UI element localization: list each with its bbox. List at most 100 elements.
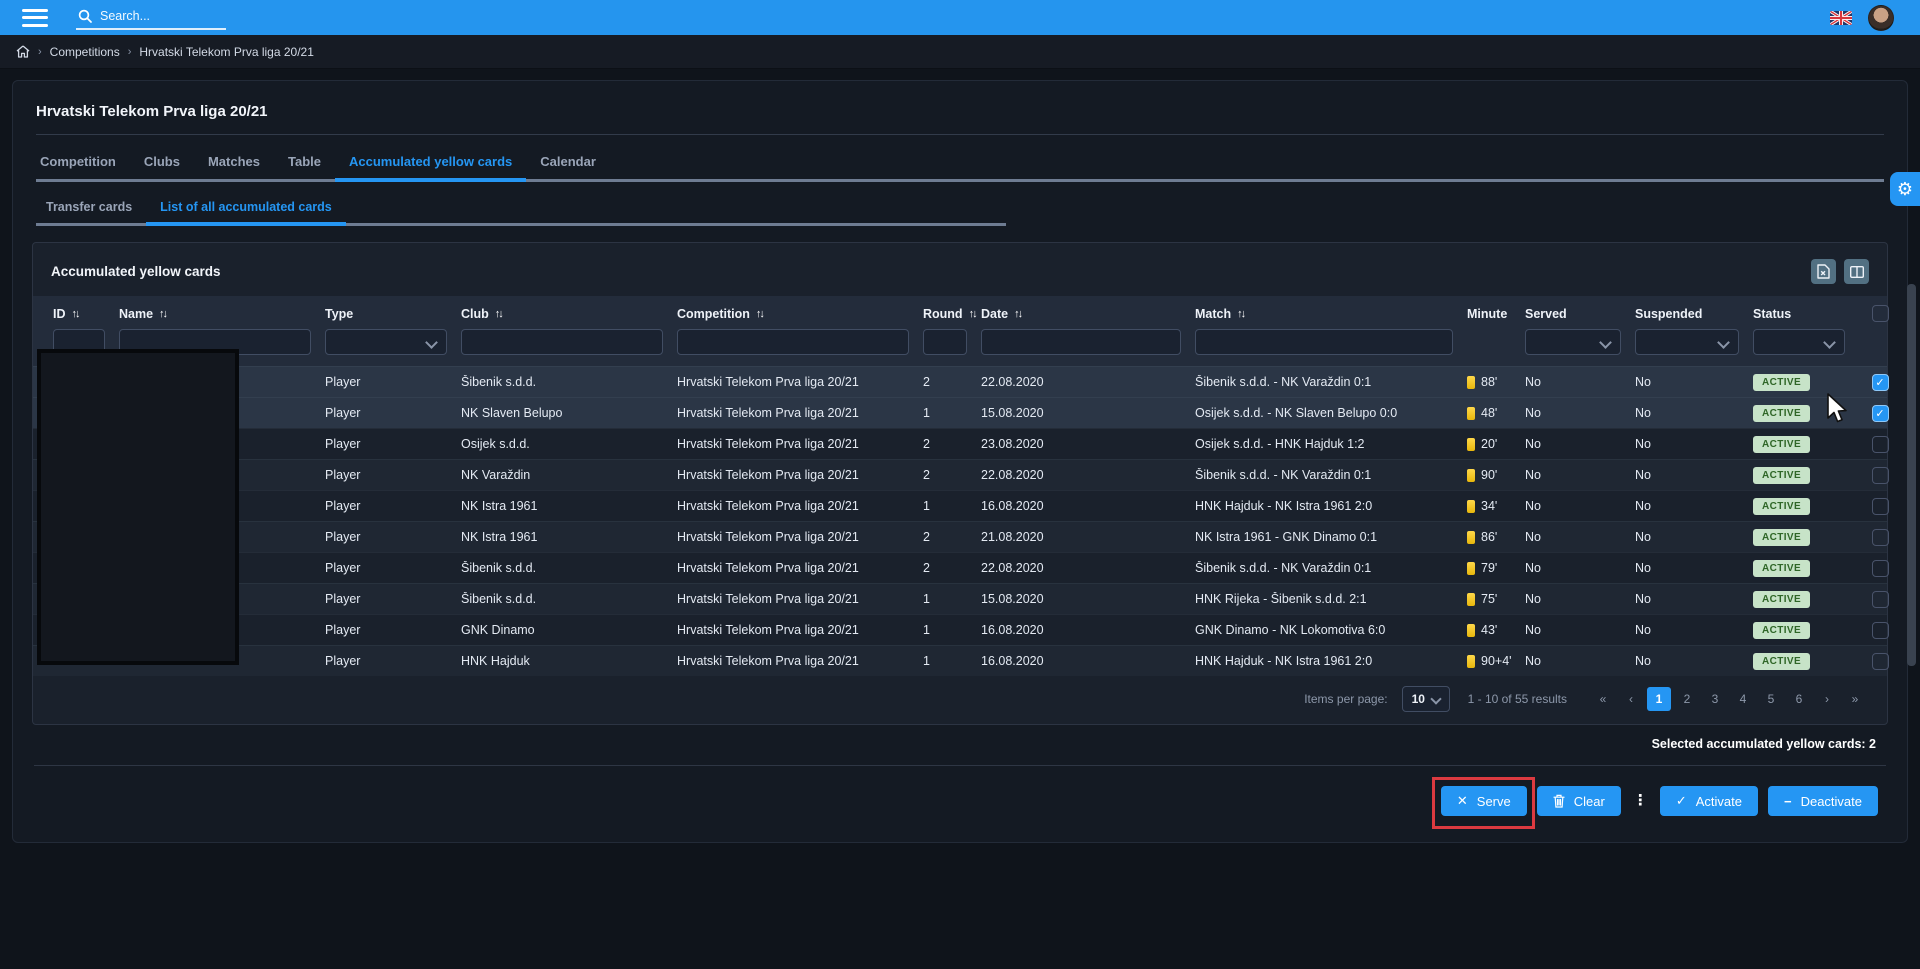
sort-icon[interactable]: ↑↓ <box>756 308 765 320</box>
column-header-match[interactable]: Match↑↓ <box>1195 307 1467 321</box>
tab-calendar[interactable]: Calendar <box>526 145 610 179</box>
cell-club: HNK Hajduk <box>461 654 677 668</box>
row-checkbox[interactable] <box>1872 529 1889 546</box>
column-header-date[interactable]: Date↑↓ <box>981 307 1195 321</box>
cell-status: ACTIVE <box>1753 405 1859 422</box>
breadcrumb-item-competition-name[interactable]: Hrvatski Telekom Prva liga 20/21 <box>139 45 314 59</box>
cell-check <box>1859 622 1901 639</box>
status-badge: ACTIVE <box>1753 405 1810 422</box>
row-checkbox[interactable] <box>1872 622 1889 639</box>
page-button-6[interactable]: 6 <box>1787 687 1811 711</box>
column-header-name[interactable]: Name↑↓ <box>119 307 325 321</box>
export-file-button[interactable] <box>1811 259 1836 284</box>
activate-button[interactable]: ✓ Activate <box>1660 786 1758 816</box>
sort-icon[interactable]: ↑↓ <box>1014 308 1023 320</box>
tab-clubs[interactable]: Clubs <box>130 145 194 179</box>
suspended-filter-select[interactable] <box>1635 329 1739 355</box>
items-per-page-select[interactable]: 10 <box>1402 686 1450 712</box>
row-checkbox[interactable] <box>1872 560 1889 577</box>
home-icon[interactable] <box>16 45 30 58</box>
table-row[interactable]: PlayerNK Istra 1961Hrvatski Telekom Prva… <box>33 521 1887 552</box>
yellow-card-icon <box>1467 531 1475 544</box>
table-row[interactable]: PlayerOsijek s.d.d.Hrvatski Telekom Prva… <box>33 428 1887 459</box>
page-button-2[interactable]: 2 <box>1675 687 1699 711</box>
column-header-club[interactable]: Club↑↓ <box>461 307 677 321</box>
status-badge: ACTIVE <box>1753 467 1810 484</box>
user-avatar[interactable] <box>1868 5 1894 31</box>
sort-icon[interactable]: ↑↓ <box>1237 308 1246 320</box>
page-button-4[interactable]: 4 <box>1731 687 1755 711</box>
cell-minute: 34' <box>1467 499 1525 513</box>
serve-button[interactable]: ✕ Serve <box>1441 786 1527 816</box>
table-row[interactable]: PlayerHNK HajdukHrvatski Telekom Prva li… <box>33 645 1887 676</box>
page-button-5[interactable]: 5 <box>1759 687 1783 711</box>
table-row[interactable]: PlayerŠibenik s.d.d.Hrvatski Telekom Prv… <box>33 583 1887 614</box>
row-checkbox[interactable] <box>1872 436 1889 453</box>
cell-type: Player <box>325 561 461 575</box>
sort-icon[interactable]: ↑↓ <box>495 308 504 320</box>
competition-filter-input[interactable] <box>677 329 909 355</box>
row-checkbox[interactable] <box>1872 498 1889 515</box>
cell-type: Player <box>325 623 461 637</box>
date-filter-input[interactable] <box>981 329 1181 355</box>
last-page-button[interactable]: » <box>1843 687 1867 711</box>
cell-round: 2 <box>923 530 981 544</box>
cell-club: Šibenik s.d.d. <box>461 561 677 575</box>
club-filter-input[interactable] <box>461 329 663 355</box>
sort-icon[interactable]: ↑↓ <box>969 308 978 320</box>
tab-accumulated-yellow-cards[interactable]: Accumulated yellow cards <box>335 145 526 179</box>
search-input[interactable] <box>100 9 210 23</box>
table-row[interactable]: PlayerGNK DinamoHrvatski Telekom Prva li… <box>33 614 1887 645</box>
breadcrumb-item-competitions[interactable]: Competitions <box>50 45 120 59</box>
table-row[interactable]: PlayerNK Slaven BelupoHrvatski Telekom P… <box>33 397 1887 428</box>
global-search[interactable] <box>76 6 226 30</box>
row-checkbox[interactable] <box>1872 467 1889 484</box>
row-checkbox[interactable] <box>1872 591 1889 608</box>
page-button-3[interactable]: 3 <box>1703 687 1727 711</box>
tab-matches[interactable]: Matches <box>194 145 274 179</box>
table-row[interactable]: PlayerŠibenik s.d.d.Hrvatski Telekom Prv… <box>33 366 1887 397</box>
match-filter-input[interactable] <box>1195 329 1453 355</box>
sort-icon[interactable]: ↑↓ <box>159 308 168 320</box>
type-filter-select[interactable] <box>325 329 447 355</box>
breadcrumb-separator: › <box>38 46 42 58</box>
row-checkbox[interactable]: ✓ <box>1872 374 1889 391</box>
table-row[interactable]: PlayerNK Istra 1961Hrvatski Telekom Prva… <box>33 490 1887 521</box>
cell-match: Šibenik s.d.d. - NK Varaždin 0:1 <box>1195 375 1467 389</box>
select-all-checkbox[interactable] <box>1872 305 1889 322</box>
page-button-1[interactable]: 1 <box>1647 687 1671 711</box>
vertical-scrollbar[interactable] <box>1907 284 1916 666</box>
sort-icon[interactable]: ↑↓ <box>72 308 81 320</box>
column-header-id[interactable]: ID↑↓ <box>53 307 119 321</box>
subtab-transfer-cards[interactable]: Transfer cards <box>36 192 146 223</box>
settings-button[interactable]: ⚙ <box>1890 172 1920 206</box>
served-filter-select[interactable] <box>1525 329 1621 355</box>
row-checkbox[interactable] <box>1872 653 1889 670</box>
next-page-button[interactable]: › <box>1815 687 1839 711</box>
tab-table[interactable]: Table <box>274 145 335 179</box>
language-flag-icon[interactable] <box>1830 11 1852 25</box>
row-checkbox[interactable]: ✓ <box>1872 405 1889 422</box>
hamburger-menu-icon[interactable] <box>22 9 48 27</box>
clear-button[interactable]: Clear <box>1537 786 1621 816</box>
status-filter-select[interactable] <box>1753 329 1845 355</box>
page-title: Hrvatski Telekom Prva liga 20/21 <box>24 103 1896 120</box>
subtab-list-of-all-accumulated-cards[interactable]: List of all accumulated cards <box>146 192 346 223</box>
table-row[interactable]: PlayerŠibenik s.d.d.Hrvatski Telekom Prv… <box>33 552 1887 583</box>
filter-club <box>461 329 677 355</box>
table-title: Accumulated yellow cards <box>51 264 221 279</box>
column-header-competition[interactable]: Competition↑↓ <box>677 307 923 321</box>
prev-page-button[interactable]: ‹ <box>1619 687 1643 711</box>
status-badge: ACTIVE <box>1753 560 1810 577</box>
columns-button[interactable] <box>1844 259 1869 284</box>
more-options-button[interactable]: ⋮ <box>1631 796 1650 806</box>
round-filter-input[interactable] <box>923 329 967 355</box>
deactivate-button[interactable]: − Deactivate <box>1768 786 1878 816</box>
first-page-button[interactable]: « <box>1591 687 1615 711</box>
column-header-suspended: Suspended <box>1635 307 1753 321</box>
table-row[interactable]: PlayerNK VaraždinHrvatski Telekom Prva l… <box>33 459 1887 490</box>
tab-competition[interactable]: Competition <box>36 145 130 179</box>
column-header-round[interactable]: Round↑↓ <box>923 307 981 321</box>
cell-competition: Hrvatski Telekom Prva liga 20/21 <box>677 654 923 668</box>
cell-minute: 90' <box>1467 468 1525 482</box>
